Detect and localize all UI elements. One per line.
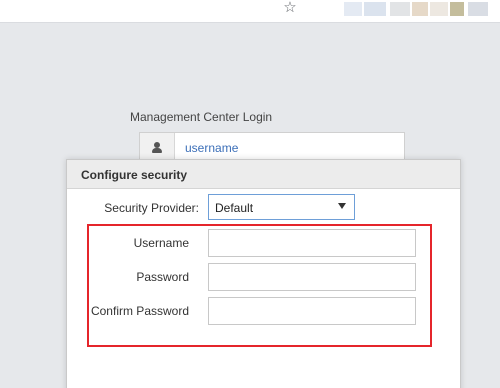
- login-username-field[interactable]: username: [139, 132, 405, 162]
- confirm-password-input[interactable]: [208, 297, 416, 325]
- extension-icon[interactable]: [364, 2, 386, 16]
- login-username-value: username: [185, 141, 239, 155]
- username-label: Username: [133, 236, 189, 250]
- user-icon: [152, 142, 162, 153]
- login-icon-box: [140, 133, 175, 161]
- chevron-down-icon: [338, 203, 346, 209]
- security-provider-label: Security Provider:: [104, 201, 199, 215]
- dialog-title: Configure security: [81, 168, 188, 182]
- configure-security-dialog: Configure security Security Provider: De…: [66, 159, 461, 388]
- password-input[interactable]: [208, 263, 416, 291]
- browser-toolbar: ☆: [0, 0, 500, 23]
- star-icon[interactable]: ☆: [282, 0, 298, 16]
- extension-icon[interactable]: [450, 2, 464, 16]
- confirm-password-label: Confirm Password: [90, 304, 189, 318]
- page: ☆ Management Center Login username Confi…: [0, 0, 500, 388]
- security-provider-select[interactable]: Default: [208, 194, 355, 220]
- dialog-header: Configure security: [67, 160, 460, 189]
- security-provider-value: Default: [215, 201, 254, 215]
- extension-icon[interactable]: [344, 2, 362, 16]
- extension-icon[interactable]: [468, 2, 488, 16]
- login-title: Management Center Login: [130, 110, 273, 124]
- extension-icon[interactable]: [412, 2, 428, 16]
- password-label: Password: [136, 270, 189, 284]
- extension-area: [314, 0, 500, 20]
- extension-icon[interactable]: [430, 2, 448, 16]
- username-input[interactable]: [208, 229, 416, 257]
- extension-icon[interactable]: [390, 2, 410, 16]
